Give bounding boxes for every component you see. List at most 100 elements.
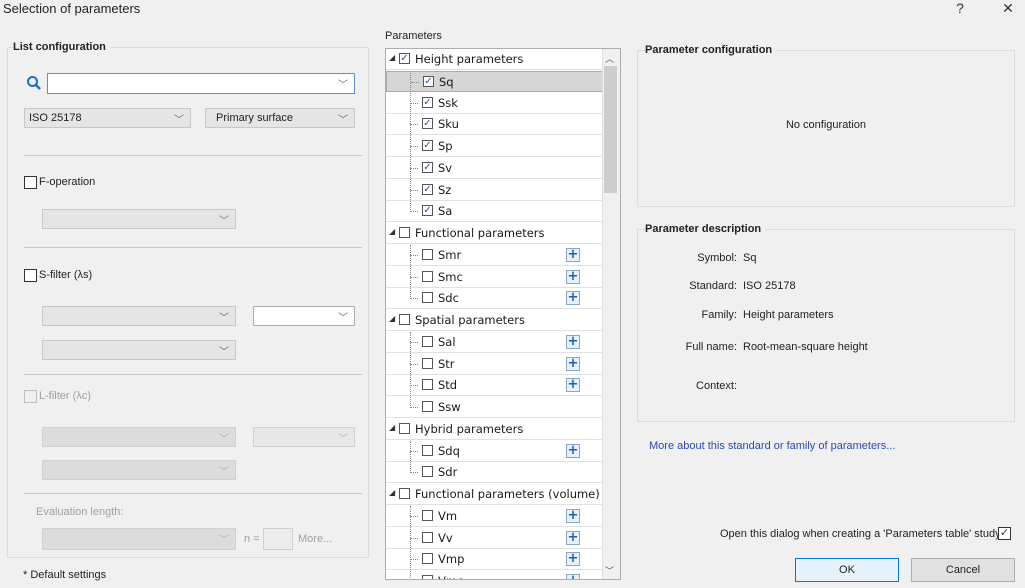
add-config-button[interactable]: + [566,508,580,523]
group-checkbox[interactable] [399,314,410,325]
help-button[interactable]: ? [948,0,972,17]
scrollbar-thumb[interactable] [604,66,617,193]
parameters-tree[interactable]: ◢ ✓ Height parameters ✓ Sq ✓ Ssk ✓ Sku ✓ Sp ✓ Sv ✓ Sz ✓… [385,48,621,580]
tree-param-row[interactable]: ✓ Sp [386,136,604,157]
ok-button[interactable]: OK [795,558,899,582]
param-checkbox[interactable] [422,270,433,282]
param-checkbox[interactable] [422,531,433,543]
tree-param-row[interactable]: Ssw [386,397,604,418]
tree-param-row[interactable]: ✓ Ssk [386,93,604,114]
tree-param-row[interactable]: ✓ Sa [386,201,604,223]
tree-connector [410,515,418,517]
tree-param-row[interactable]: Sdc + [386,288,604,310]
group-checkbox[interactable] [399,488,410,499]
f-operation-checkbox[interactable] [24,176,37,189]
close-button[interactable]: ✕ [996,0,1020,17]
add-config-button[interactable]: + [566,552,580,567]
open-dialog-label: Open this dialog when creating a 'Parame… [720,528,1001,540]
tree-param-row[interactable]: ✓ Sku [386,114,604,136]
add-config-button[interactable]: + [566,356,580,371]
param-label: Std [438,378,458,393]
add-config-button[interactable]: + [566,291,580,306]
add-config-button[interactable]: + [566,247,580,262]
tree-group-row[interactable]: ◢ Spatial parameters [386,310,604,331]
tree-param-row[interactable]: Vmc + [386,571,604,579]
l-filter-value-select[interactable]: ﹀ [253,427,355,447]
tree-param-row[interactable]: ✓ Sq [386,70,604,92]
standard-select[interactable]: ISO 25178 ﹀ [24,108,191,128]
add-config-button[interactable]: + [566,530,580,545]
tree-connector [410,331,411,408]
tree-param-row[interactable]: Str + [386,354,604,375]
param-checkbox[interactable] [422,357,433,369]
scroll-up-icon[interactable]: ︿ [605,52,614,65]
tree-group-row[interactable]: ◢ Hybrid parameters [386,419,604,440]
evaluation-length-select[interactable]: ﹀ [42,528,236,550]
param-checkbox[interactable] [422,379,433,391]
tree-param-row[interactable]: Smc + [386,267,604,288]
s-filter-checkbox[interactable] [24,269,37,282]
s-filter-value-select[interactable]: ﹀ [253,306,355,326]
n-input[interactable] [263,528,293,550]
group-checkbox[interactable] [399,227,410,238]
tree-group-row[interactable]: ◢ Functional parameters [386,223,604,244]
surface-select[interactable]: Primary surface ﹀ [205,108,355,128]
l-filter-checkbox[interactable] [24,390,37,403]
param-checkbox[interactable]: ✓ [422,161,433,173]
divider [24,155,362,156]
param-checkbox[interactable] [422,444,433,456]
f-operation-select[interactable]: ﹀ [42,209,236,229]
tree-param-row[interactable]: Vmp + [386,549,604,571]
l-filter-select[interactable]: ﹀ [42,427,236,447]
chevron-down-icon: ﹀ [219,313,229,324]
param-checkbox[interactable] [422,466,433,478]
group-checkbox[interactable] [399,422,410,434]
more-about-link[interactable]: More about this standard or family of pa… [649,440,895,452]
tree-param-row[interactable]: ✓ Sv [386,158,604,179]
param-checkbox[interactable] [422,248,433,260]
param-checkbox[interactable]: ✓ [422,96,433,108]
tree-param-row[interactable]: Vm + [386,506,604,527]
open-dialog-checkbox[interactable]: ✓ [998,527,1011,540]
param-label: Vm [438,508,458,523]
param-checkbox[interactable] [422,575,433,579]
tree-param-row[interactable]: Smr + [386,245,604,266]
add-config-button[interactable]: + [566,334,580,349]
param-label: Sa [438,204,453,219]
expand-icon[interactable]: ◢ [389,314,395,323]
tree-param-row[interactable]: Vv + [386,528,604,549]
param-checkbox[interactable] [422,553,433,565]
add-config-button[interactable]: + [566,443,580,458]
param-checkbox[interactable] [422,335,433,347]
add-config-button[interactable]: + [566,269,580,284]
param-checkbox[interactable] [422,509,433,521]
tree-param-row[interactable]: Sdq + [386,441,604,462]
add-config-button[interactable]: + [566,574,580,579]
more-button[interactable]: More... [298,533,332,545]
add-config-button[interactable]: + [566,378,580,393]
tree-group-row[interactable]: ◢ Functional parameters (volume) [386,484,604,505]
param-checkbox[interactable]: ✓ [423,75,434,87]
group-checkbox[interactable]: ✓ [399,53,410,64]
expand-icon[interactable]: ◢ [389,53,395,62]
scroll-down-icon[interactable]: ﹀ [605,564,614,577]
expand-icon[interactable]: ◢ [389,227,395,236]
param-checkbox[interactable]: ✓ [422,118,433,130]
tree-param-row[interactable]: Sal + [386,332,604,353]
tree-param-row[interactable]: Sdr [386,462,604,484]
param-checkbox[interactable] [422,401,433,412]
tree-param-row[interactable]: Std + [386,375,604,397]
cancel-button[interactable]: Cancel [911,558,1015,582]
l-filter-type-select[interactable]: ﹀ [42,460,236,480]
s-filter-type-select[interactable]: ﹀ [42,340,236,360]
tree-group-row[interactable]: ◢ ✓ Height parameters [386,49,604,70]
param-checkbox[interactable]: ✓ [422,140,433,151]
s-filter-select[interactable]: ﹀ [42,306,236,326]
param-checkbox[interactable]: ✓ [422,183,433,195]
expand-icon[interactable]: ◢ [389,488,395,497]
param-checkbox[interactable]: ✓ [422,205,433,217]
tree-param-row[interactable]: ✓ Sz [386,180,604,201]
expand-icon[interactable]: ◢ [389,423,395,432]
search-input[interactable]: ﹀ [47,73,355,94]
param-checkbox[interactable] [422,292,433,304]
